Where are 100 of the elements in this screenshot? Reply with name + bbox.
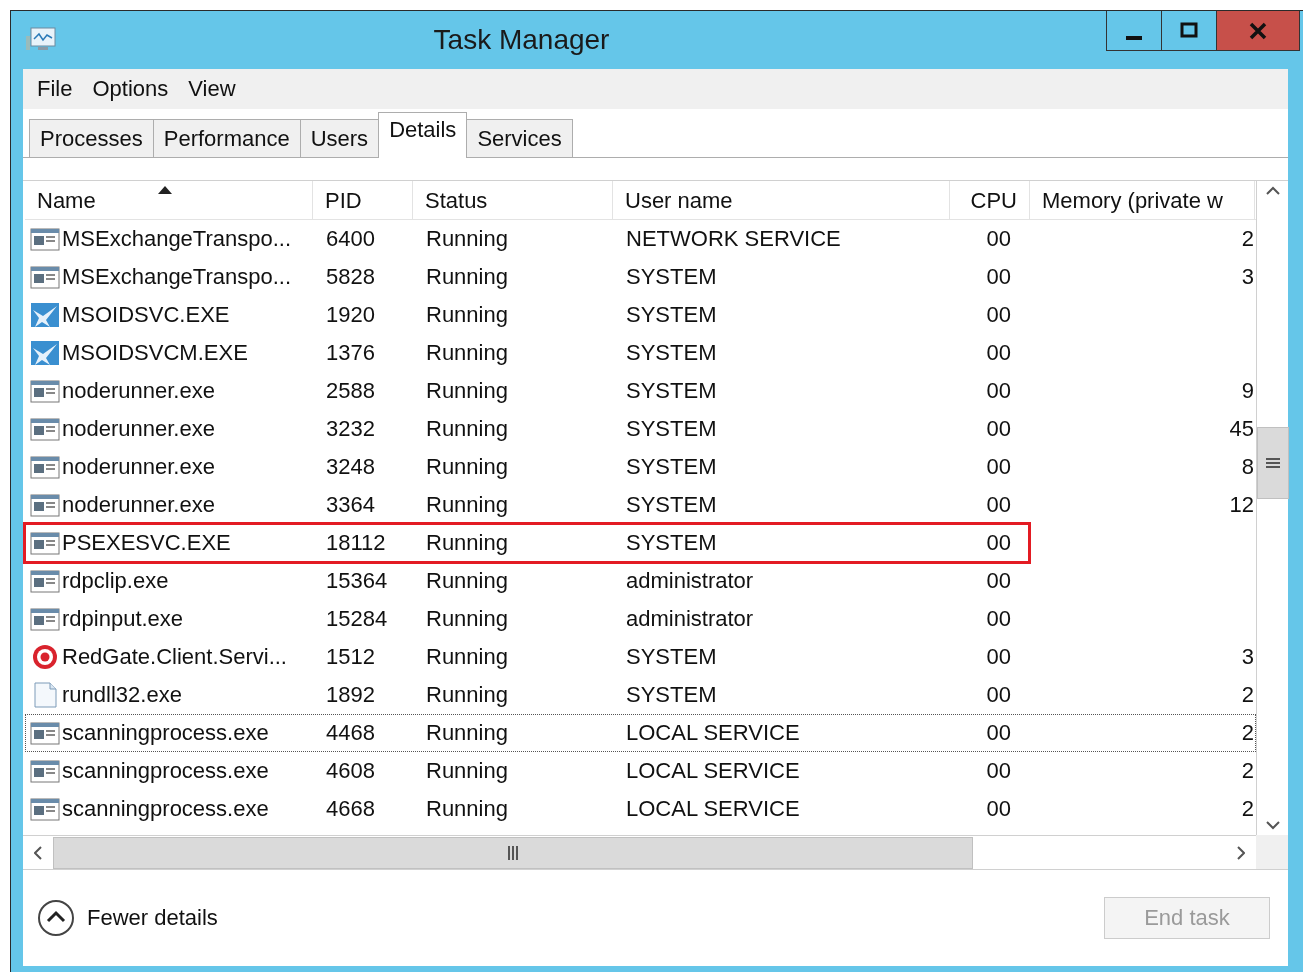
table-row[interactable]: noderunner.exe 2588 Running SYSTEM 00 9	[25, 372, 1256, 410]
table-row[interactable]: scanningprocess.exe 4608 Running LOCAL SERVICE 00 2	[25, 752, 1256, 790]
app-window-icon	[30, 568, 60, 594]
user-name-cell: administrator	[626, 606, 754, 631]
user-name-cell: LOCAL SERVICE	[626, 758, 800, 783]
cpu-cell: 00	[986, 416, 1011, 441]
menu-item[interactable]: File	[29, 76, 81, 102]
status-cell: Running	[426, 644, 508, 669]
focused-row[interactable]: scanningprocess.exe 4468 Running LOCAL SERVICE 00 2	[25, 714, 1256, 752]
column-header[interactable]: CPU	[950, 181, 1030, 219]
grip-icon	[506, 845, 520, 860]
app-window-icon	[30, 530, 60, 556]
column-header[interactable]: PID	[313, 181, 413, 219]
table-row[interactable]: rundll32.exe 1892 Running SYSTEM 00 2	[25, 676, 1256, 714]
highlighted-row[interactable]: PSEXESVC.EXE 18112 Running SYSTEM 00	[25, 524, 1029, 562]
app-window-icon	[30, 416, 60, 442]
pid-cell: 4468	[326, 720, 375, 745]
process-name: noderunner.exe	[62, 378, 215, 404]
table-row[interactable]: MSOIDSVC.EXE 1920 Running SYSTEM 00	[25, 296, 1256, 334]
table-row[interactable]: MSOIDSVCM.EXE 1376 Running SYSTEM 00	[25, 334, 1256, 372]
user-name-cell: SYSTEM	[626, 378, 717, 403]
app-window-icon	[30, 264, 60, 290]
app-window-icon	[30, 758, 60, 784]
menu-item[interactable]: View	[180, 76, 244, 102]
cpu-cell: 00	[986, 720, 1011, 745]
status-cell: Running	[426, 796, 508, 821]
table-row[interactable]: noderunner.exe 3248 Running SYSTEM 00 8	[25, 448, 1256, 486]
fewer-details-toggle[interactable]: Fewer details	[37, 899, 218, 937]
user-name-cell: SYSTEM	[626, 682, 717, 707]
maximize-icon	[1180, 21, 1198, 40]
window-title: Task Manager	[432, 24, 611, 56]
tab[interactable]: Performance	[152, 119, 301, 157]
pid-cell: 1920	[326, 302, 375, 327]
bird-icon	[30, 302, 60, 328]
status-cell: Running	[426, 302, 508, 327]
table-row[interactable]: MSExchangeTranspo... 5828 Running SYSTEM 00 3	[25, 258, 1256, 296]
grip-icon	[1265, 456, 1280, 470]
process-name: rdpinput.exe	[62, 606, 184, 632]
scrollbar-corner	[1256, 835, 1288, 869]
pid-cell: 2588	[326, 378, 375, 403]
cpu-cell: 00	[986, 796, 1011, 821]
table-row[interactable]: rdpclip.exe 15364 Running administrator 00	[25, 562, 1256, 600]
status-cell: Running	[426, 568, 508, 593]
status-cell: Running	[426, 340, 508, 365]
process-name: MSOIDSVC.EXE	[62, 302, 230, 328]
pid-cell: 1892	[326, 682, 375, 707]
status-cell: Running	[426, 720, 508, 745]
app-window-icon	[30, 720, 60, 746]
user-name-cell: NETWORK SERVICE	[626, 226, 841, 251]
vertical-scroll-thumb[interactable]	[1256, 427, 1289, 499]
process-name: noderunner.exe	[62, 492, 215, 518]
memory-cell: 8	[1241, 454, 1254, 479]
pid-cell: 1376	[326, 340, 375, 365]
minimize-button[interactable]	[1106, 11, 1162, 51]
tab[interactable]: Users	[299, 119, 380, 157]
memory-cell: 3	[1241, 644, 1254, 669]
memory-cell: 12	[1229, 492, 1254, 517]
app-window-icon	[30, 796, 60, 822]
cpu-cell: 00	[986, 302, 1011, 327]
process-name: noderunner.exe	[62, 454, 215, 480]
process-name: scanningprocess.exe	[62, 720, 269, 746]
scroll-left-icon	[34, 845, 42, 860]
app-window-icon	[30, 454, 60, 480]
memory-cell: 3	[1241, 264, 1254, 289]
memory-cell: 2	[1241, 796, 1254, 821]
process-name: rdpclip.exe	[62, 568, 169, 594]
pid-cell: 4668	[326, 796, 375, 821]
horizontal-scroll-thumb[interactable]	[53, 836, 973, 869]
app-window-icon	[30, 492, 60, 518]
user-name-cell: SYSTEM	[626, 530, 717, 555]
user-name-cell: SYSTEM	[626, 454, 717, 479]
app-window-icon	[30, 606, 60, 632]
tab[interactable]: Services	[466, 119, 573, 157]
table-row[interactable]: scanningprocess.exe 4668 Running LOCAL SERVICE 00 2	[25, 790, 1256, 828]
pid-cell: 6400	[326, 226, 375, 251]
user-name-cell: SYSTEM	[626, 492, 717, 517]
status-cell: Running	[426, 682, 508, 707]
user-name-cell: SYSTEM	[626, 302, 717, 327]
cpu-cell: 00	[986, 378, 1011, 403]
menu-item[interactable]: Options	[84, 76, 177, 102]
tab[interactable]: Details	[378, 112, 468, 158]
column-header[interactable]: Memory (private w	[1030, 181, 1255, 219]
user-name-cell: LOCAL SERVICE	[626, 796, 800, 821]
table-row[interactable]: rdpinput.exe 15284 Running administrator 00	[25, 600, 1256, 638]
memory-cell: 2	[1241, 758, 1254, 783]
column-header[interactable]: Status	[413, 181, 613, 219]
table-row[interactable]: noderunner.exe 3364 Running SYSTEM 00 12	[25, 486, 1256, 524]
status-cell: Running	[426, 606, 508, 631]
cpu-cell: 00	[986, 758, 1011, 783]
status-cell: Running	[426, 758, 508, 783]
table-row[interactable]: MSExchangeTranspo... 6400 Running NETWORK SERVICE 00 2	[25, 220, 1256, 258]
table-row[interactable]: RedGate.Client.Servi... 1512 Running SYSTEM 00 3	[25, 638, 1256, 676]
table-row[interactable]: noderunner.exe 3232 Running SYSTEM 00 45	[25, 410, 1256, 448]
pid-cell: 3364	[326, 492, 375, 517]
close-button[interactable]	[1216, 11, 1300, 51]
minimize-icon	[1126, 35, 1142, 40]
user-name-cell: SYSTEM	[626, 644, 717, 669]
tab[interactable]: Processes	[29, 119, 154, 157]
user-name-cell: SYSTEM	[626, 264, 717, 289]
column-header[interactable]: User name	[613, 181, 950, 219]
